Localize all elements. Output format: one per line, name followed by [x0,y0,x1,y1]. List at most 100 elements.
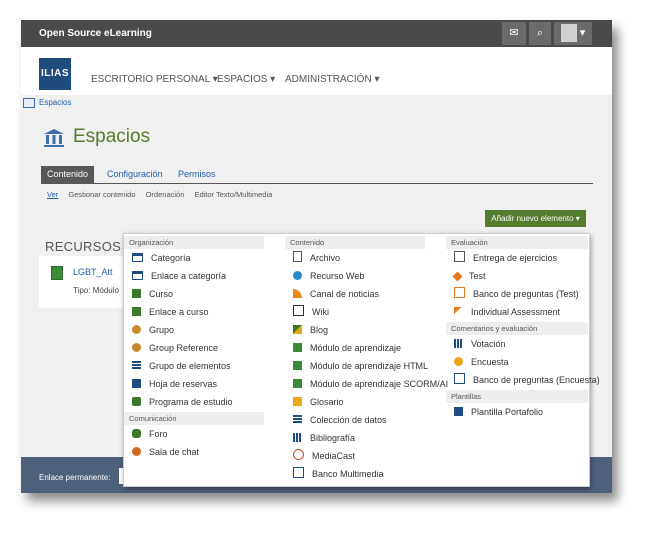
study-program-icon [132,397,141,406]
exercise-icon [454,251,465,262]
menu-item-archivo[interactable]: Archivo [293,250,340,267]
wiki-icon [293,305,304,316]
screenshot-frame: Open Source eLearning ✉ ⌕ ▾ ILIAS ESCRIT… [21,20,612,493]
breadcrumb-espacios[interactable]: Espacios [39,98,71,107]
menu-item-banco-multimedia[interactable]: Banco Multimedia [293,466,384,483]
bibliography-icon [293,433,302,442]
menu-item-banco-preguntas-encuesta[interactable]: Banco de preguntas (Encuesta) [454,372,600,389]
menu-item-categoria[interactable]: Categoría [132,250,191,267]
tab-permisos[interactable]: Permisos [172,166,222,183]
menu-item-canal-noticias[interactable]: Canal de noticias [293,286,379,303]
html-module-icon [293,361,302,370]
group-icon [132,325,141,334]
menu-item-votacion[interactable]: Votación [454,336,506,353]
test-icon [452,271,463,282]
chat-icon [132,447,141,456]
item-group-icon [132,361,141,370]
subtab-ver[interactable]: Ver [47,190,58,199]
mail-icon[interactable]: ✉ [502,22,526,45]
add-new-item-button[interactable]: Añadir nuevo elemento ▾ [485,210,586,227]
menu-item-glosario[interactable]: Glosario [293,394,344,411]
tab-contenido[interactable]: Contenido [41,166,95,183]
menu-item-mediacast[interactable]: MediaCast [293,448,355,465]
sidebar-toggle-icon[interactable] [23,98,35,108]
folder-icon [132,253,143,262]
nav-administracion[interactable]: ADMINISTRACIÓN ▾ [285,74,379,85]
subtabs: Ver Gestionar contenido Ordenación Edito… [47,190,280,199]
ilias-logo[interactable]: ILIAS [39,58,71,90]
top-bar: Open Source eLearning ✉ ⌕ ▾ [21,20,612,47]
globe-icon [293,271,302,280]
resource-link[interactable]: LGBT_Att [73,267,113,277]
breadcrumb: Espacios [21,95,612,111]
question-pool-survey-icon [454,373,465,384]
menu-item-group-reference[interactable]: Group Reference [132,340,218,357]
nav-espacios[interactable]: ESPACIOS ▾ [217,74,275,85]
scorm-module-icon [293,379,302,388]
course-link-icon [132,307,141,316]
menu-item-foro[interactable]: Foro [132,426,168,443]
menu-item-encuesta[interactable]: Encuesta [454,354,509,371]
subtab-ordenacion[interactable]: Ordenación [146,190,185,199]
brand-title: Open Source eLearning [39,28,152,39]
media-pool-icon [293,467,304,478]
menu-item-enlace-curso[interactable]: Enlace a curso [132,304,209,321]
menu-item-bibliografia[interactable]: Bibliografía [293,430,355,447]
learning-module-icon [51,266,63,280]
menu-item-test[interactable]: Test [452,268,486,285]
forum-icon [132,429,141,438]
menu-item-entrega-ejercicios[interactable]: Entrega de ejercicios [454,250,557,267]
menu-item-modulo-html[interactable]: Módulo de aprendizaje HTML [293,358,428,375]
tab-configuracion[interactable]: Configuración [101,166,169,183]
subtab-gestionar[interactable]: Gestionar contenido [68,190,135,199]
permalink-label: Enlace permanente: [39,473,111,482]
menu-header-plantillas: Plantillas [446,390,588,403]
menu-item-banco-preguntas-test[interactable]: Banco de preguntas (Test) [454,286,579,303]
learning-module-icon [293,343,302,352]
subtab-editor[interactable]: Editor Texto/Multimedia [194,190,272,199]
add-item-dropdown: Organización Categoría Enlace a categorí… [123,233,600,487]
menu-header-contenido: Contenido [285,236,425,249]
menu-item-modulo-scorm[interactable]: Módulo de aprendizaje SCORM/AI [293,376,448,393]
resource-type: Tipo: Módulo [73,286,119,295]
menu-item-programa-estudio[interactable]: Programa de estudio [132,394,233,411]
repository-icon [44,129,64,147]
group-reference-icon [132,343,141,352]
calendar-icon [132,379,141,388]
individual-assessment-icon [454,307,463,316]
data-collection-icon [293,415,302,424]
nav-escritorio-personal[interactable]: ESCRITORIO PERSONAL ▾ [91,74,218,85]
folder-link-icon [132,271,143,280]
menu-item-grupo[interactable]: Grupo [132,322,174,339]
menu-item-hoja-reservas[interactable]: Hoja de reservas [132,376,217,393]
resource-panel: LGBT_Att Tipo: Módulo [39,256,129,308]
menu-item-curso[interactable]: Curso [132,286,173,303]
main-navigation: ILIAS ESCRITORIO PERSONAL ▾ ESPACIOS ▾ A… [21,47,612,95]
menu-item-plantilla-portafolio[interactable]: Plantilla Portafolio [454,404,543,421]
page-title: Espacios [73,126,151,147]
question-pool-test-icon [454,287,465,298]
file-icon [293,251,302,262]
menu-item-blog[interactable]: Blog [293,322,328,339]
rss-icon [293,289,302,298]
menu-header-comentarios: Comentarios y evaluación [446,322,588,335]
user-avatar-icon[interactable]: ▾ [554,22,592,45]
menu-item-recurso-web[interactable]: Recurso Web [293,268,364,285]
menu-item-modulo-aprendizaje[interactable]: Módulo de aprendizaje [293,340,401,357]
menu-item-wiki[interactable]: Wiki [293,304,329,321]
menu-item-sala-chat[interactable]: Sala de chat [132,444,199,461]
menu-item-coleccion-datos[interactable]: Colección de datos [293,412,387,429]
glossary-icon [293,397,302,406]
course-icon [132,289,141,298]
search-icon[interactable]: ⌕ [529,22,551,45]
menu-item-individual-assessment[interactable]: Individual Assessment [454,304,560,321]
menu-item-grupo-elementos[interactable]: Grupo de elementos [132,358,231,375]
tab-bar: Contenido Configuración Permisos [41,166,593,184]
menu-header-organizacion: Organización [124,236,264,249]
menu-item-enlace-categoria[interactable]: Enlace a categoría [132,268,226,285]
mediacast-icon [293,449,304,460]
menu-header-comunicacion: Comunicación [124,412,264,425]
menu-header-evaluacion: Evaluación [446,236,588,249]
portfolio-template-icon [454,407,463,416]
poll-icon [454,339,463,348]
